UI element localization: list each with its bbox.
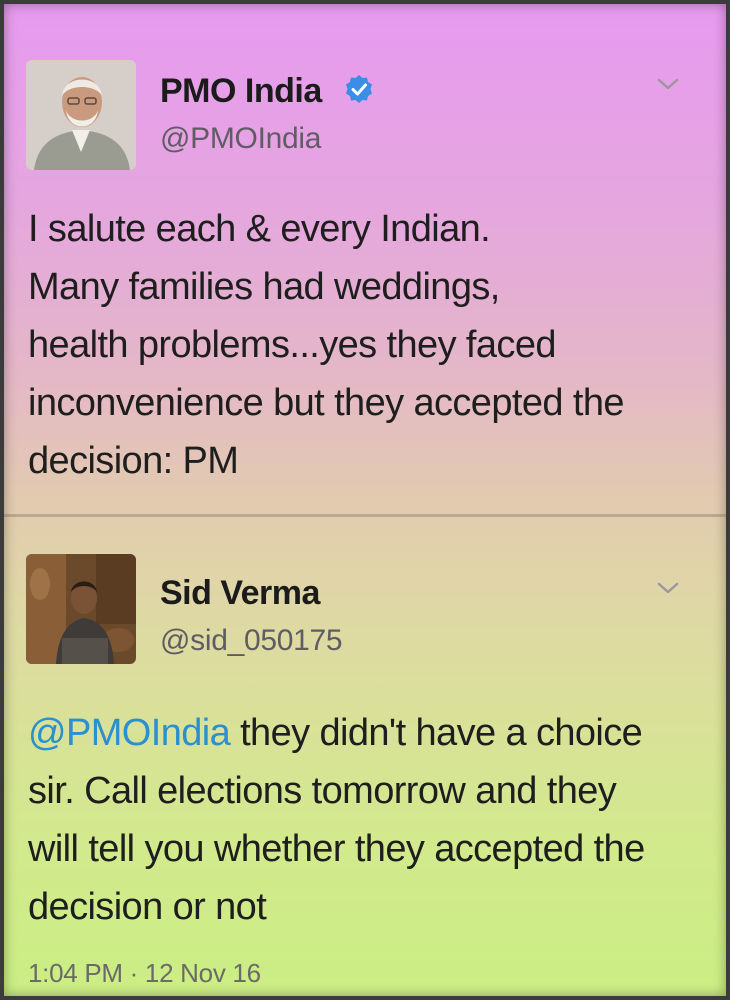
tweet-text-line: decision or not <box>28 886 267 928</box>
tweet-timestamp[interactable]: 1:04 PM · 12 Nov 16 <box>28 958 261 989</box>
tweet-text-line: I salute each & every Indian. <box>28 208 491 250</box>
avatar-image <box>26 60 136 170</box>
user-handle[interactable]: @PMOIndia <box>160 122 321 156</box>
tweet-text-line: @PMOIndia they didn't have a choice <box>28 704 718 762</box>
tweet-text: I salute each & every Indian. Many famil… <box>28 200 718 490</box>
tweet-text-line: sir. Call elections tomorrow and they <box>28 770 617 812</box>
tweet-screenshot-frame: PMO India @PMOIndia I salute each & ever… <box>4 4 726 996</box>
avatar-pmo-india[interactable] <box>26 60 136 170</box>
display-name[interactable]: PMO India <box>160 72 322 111</box>
chevron-down-icon[interactable] <box>654 74 682 94</box>
mention-link[interactable]: @PMOIndia <box>28 712 231 754</box>
tweet-text-line: health problems...yes they faced <box>28 324 556 366</box>
chevron-down-icon[interactable] <box>654 578 682 598</box>
tweet-text: @PMOIndia they didn't have a choice sir.… <box>28 704 718 936</box>
tweet-pmo-india: PMO India @PMOIndia I salute each & ever… <box>4 4 726 516</box>
avatar-image <box>26 554 136 664</box>
tweet-text-segment: they didn't have a choice <box>230 712 643 754</box>
avatar-sid-verma[interactable] <box>26 554 136 664</box>
tweet-divider <box>4 514 726 517</box>
tweet-text-line: will tell you whether they accepted the <box>28 828 645 870</box>
display-name[interactable]: Sid Verma <box>160 574 320 613</box>
tweet-text-line: inconvenience but they accepted the <box>28 382 624 424</box>
tweet-sid-verma: Sid Verma @sid_050175 @PMOIndia they did… <box>4 518 726 996</box>
verified-badge-icon <box>346 75 372 103</box>
tweet-text-line: Many families had weddings, <box>28 266 500 308</box>
tweet-text-line: decision: PM <box>28 440 239 482</box>
user-handle[interactable]: @sid_050175 <box>160 624 343 658</box>
